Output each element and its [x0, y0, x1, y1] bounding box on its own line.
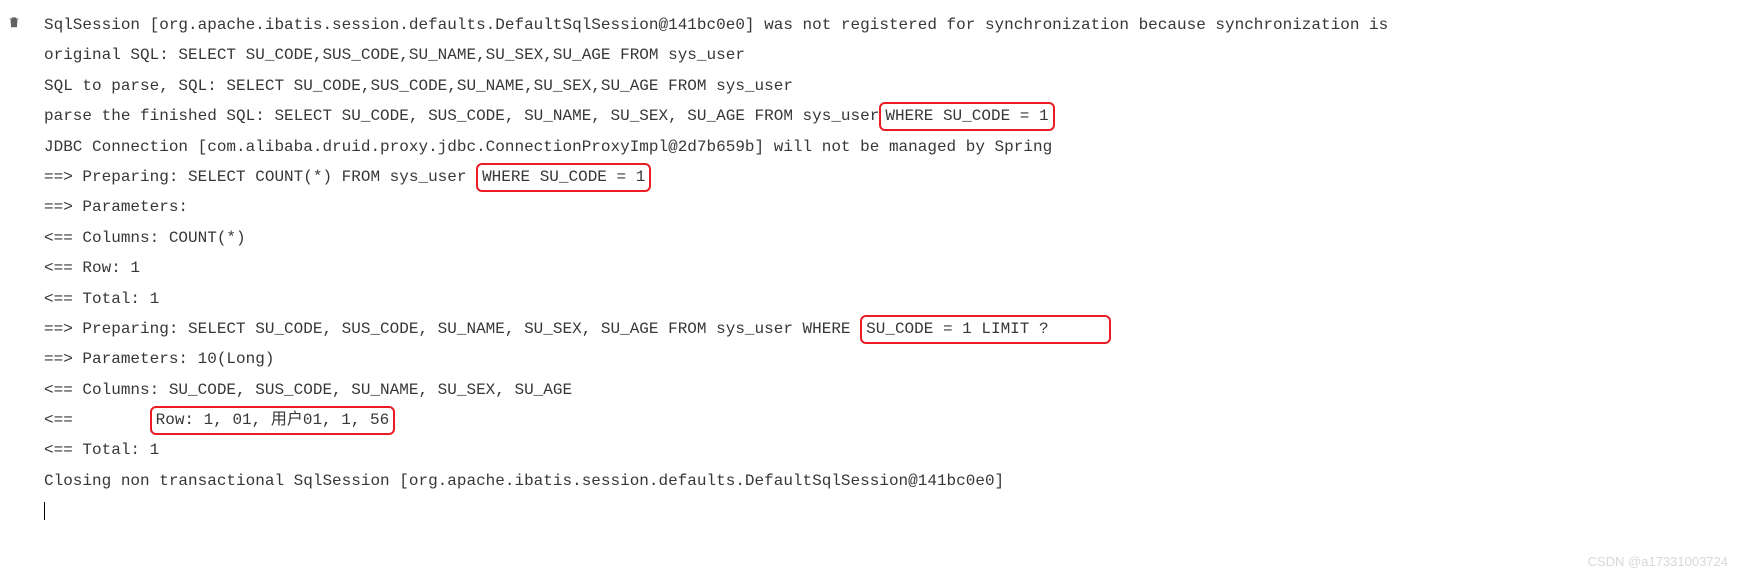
log-text: ==> Parameters: [44, 198, 188, 216]
log-text: <== [44, 411, 150, 429]
log-line: JDBC Connection [com.alibaba.druid.proxy… [44, 132, 1738, 162]
log-text: <== Row: 1 [44, 259, 140, 277]
log-line: ==> Preparing: SELECT COUNT(*) FROM sys_… [44, 162, 1738, 192]
log-line: Closing non transactional SqlSession [or… [44, 466, 1738, 496]
gutter [4, 10, 24, 40]
text-cursor [44, 502, 45, 520]
log-line: original SQL: SELECT SU_CODE,SUS_CODE,SU… [44, 40, 1738, 70]
log-line: ==> Parameters: [44, 192, 1738, 222]
log-line: <== Total: 1 [44, 435, 1738, 465]
log-text: ==> Preparing: SELECT COUNT(*) FROM sys_… [44, 168, 476, 186]
log-line: <== Row: 1, 01, 用户01, 1, 56 [44, 405, 1738, 435]
log-line: ==> Parameters: 10(Long) [44, 344, 1738, 374]
log-text: <== Columns: COUNT(*) [44, 229, 246, 247]
log-text: SQL to parse, SQL: SELECT SU_CODE,SUS_CO… [44, 77, 793, 95]
highlight-result-row: Row: 1, 01, 用户01, 1, 56 [150, 406, 396, 435]
log-line: ==> Preparing: SELECT SU_CODE, SUS_CODE,… [44, 314, 1738, 344]
log-output: SqlSession [org.apache.ibatis.session.de… [44, 10, 1738, 527]
log-text: ==> Parameters: 10(Long) [44, 350, 274, 368]
highlight-limit-clause: SU_CODE = 1 LIMIT ? [860, 315, 1110, 344]
highlight-where-clause: WHERE SU_CODE = 1 [476, 163, 651, 192]
log-line: <== Row: 1 [44, 253, 1738, 283]
log-line: <== Columns: SU_CODE, SUS_CODE, SU_NAME,… [44, 375, 1738, 405]
log-text: SqlSession [org.apache.ibatis.session.de… [44, 16, 1388, 34]
log-text: <== Total: 1 [44, 441, 159, 459]
log-text: parse the finished SQL: SELECT SU_CODE, … [44, 107, 879, 125]
log-text: <== Total: 1 [44, 290, 159, 308]
log-line: parse the finished SQL: SELECT SU_CODE, … [44, 101, 1738, 131]
log-line: <== Columns: COUNT(*) [44, 223, 1738, 253]
log-text: Closing non transactional SqlSession [or… [44, 472, 1004, 490]
log-line-cursor [44, 496, 1738, 526]
log-line: SqlSession [org.apache.ibatis.session.de… [44, 10, 1738, 40]
highlight-where-clause: WHERE SU_CODE = 1 [879, 102, 1054, 131]
watermark: CSDN @a17331003724 [1588, 550, 1728, 575]
log-line: <== Total: 1 [44, 284, 1738, 314]
log-line: SQL to parse, SQL: SELECT SU_CODE,SUS_CO… [44, 71, 1738, 101]
trash-icon[interactable] [7, 10, 21, 40]
log-text: ==> Preparing: SELECT SU_CODE, SUS_CODE,… [44, 320, 860, 338]
log-text: original SQL: SELECT SU_CODE,SUS_CODE,SU… [44, 46, 745, 64]
log-text: JDBC Connection [com.alibaba.druid.proxy… [44, 138, 1052, 156]
log-text: <== Columns: SU_CODE, SUS_CODE, SU_NAME,… [44, 381, 572, 399]
